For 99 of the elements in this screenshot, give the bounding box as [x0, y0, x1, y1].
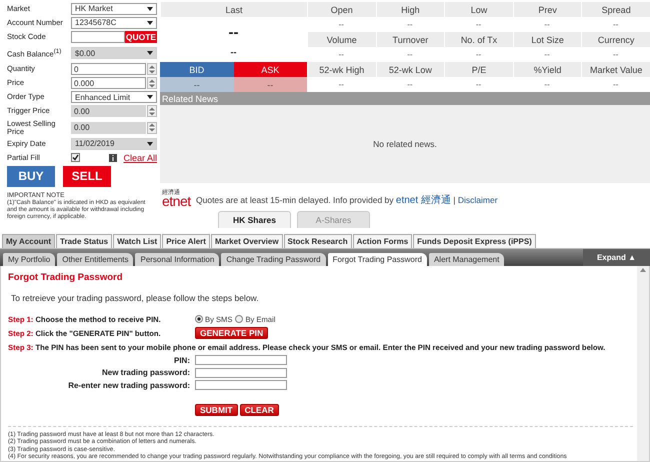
submit-button[interactable]: SUBMIT [195, 404, 238, 416]
logo: etnet [162, 195, 191, 208]
disclaimer-link[interactable]: Disclaimer [458, 195, 498, 205]
table-cell-text: -- [474, 49, 482, 61]
sub-tab[interactable]: Forgot Trading Password [328, 253, 427, 266]
stepper-arrows-icon [149, 106, 155, 116]
main-tab[interactable]: Stock Research [284, 234, 352, 248]
table-cell-text: -- [612, 79, 620, 91]
table-cell-text: -- [543, 49, 551, 61]
table-cell-text: -- [406, 19, 414, 31]
input-field[interactable] [71, 30, 125, 43]
caret-icon [147, 6, 153, 11]
checkbox[interactable] [71, 153, 80, 162]
caret-icon [147, 51, 153, 55]
market-tab[interactable]: HK Shares [218, 211, 291, 228]
scrollbar[interactable] [637, 266, 649, 461]
dropdown[interactable]: HK Market [71, 2, 157, 15]
main-tab[interactable]: My Account [2, 234, 56, 248]
input-field[interactable] [195, 368, 287, 378]
bid-value: -- [160, 77, 234, 92]
input-field[interactable] [195, 355, 287, 366]
sub-tab[interactable]: Alert Management [428, 253, 504, 266]
main-tab[interactable]: Watch List [113, 234, 162, 248]
input-field[interactable] [195, 380, 287, 390]
table-cell-text: -- [612, 19, 620, 31]
field-label: PIN: [173, 356, 191, 365]
empty-message: No related news. [373, 139, 437, 149]
stepper-arrows-icon [149, 123, 155, 132]
caret-icon [147, 142, 153, 146]
column-header: Prev [512, 2, 582, 17]
column-header: Volume [307, 32, 376, 47]
source-note: Quotes are at least 15-min delayed. Info provided by etnet 經濟通 | Disclaimer [196, 194, 498, 208]
ask-value: -- [234, 77, 307, 92]
table-cell-text: -- [338, 79, 345, 91]
dropdown[interactable]: Enhanced Limit [71, 91, 157, 104]
main-tab[interactable]: Market Overview [210, 234, 283, 248]
main-tab[interactable]: Price Alert [162, 234, 210, 248]
column-header: High [376, 2, 444, 17]
stepper-arrows-icon [149, 78, 155, 88]
caret-icon [147, 20, 153, 25]
news-header: Related News [160, 92, 650, 105]
column-header: Last [160, 2, 307, 17]
section-title: Forgot Trading Password [8, 272, 124, 283]
table-cell-text: -- [406, 49, 414, 61]
generate-pin-button[interactable]: GENERATE PIN [195, 327, 268, 339]
sub-tab[interactable]: Personal Information [135, 253, 220, 266]
radio-button[interactable] [195, 315, 203, 323]
sub-tab[interactable]: Change Trading Password [221, 253, 326, 266]
column-header: Low [444, 2, 513, 17]
main-tab[interactable]: Action Forms [352, 234, 412, 248]
table-cell-text: -- [338, 49, 345, 61]
table-cell-text: -- [543, 79, 551, 91]
bid-header: BID [160, 62, 234, 77]
table-cell-text: -- [612, 49, 620, 61]
caret-icon [147, 95, 153, 100]
stepper-button[interactable] [147, 122, 157, 134]
input-field[interactable]: 0 [71, 63, 146, 76]
field-label: Re-enter new trading password: [67, 380, 191, 390]
last-price: -- [228, 22, 240, 42]
column-header: %Yield [512, 62, 582, 77]
table-cell-text: -- [543, 19, 551, 31]
input-field[interactable]: 0.000 [71, 77, 146, 90]
quote-button[interactable]: QUOTE [125, 30, 157, 43]
intro-text: To retreieve your trading password, please follow the steps below. [11, 293, 260, 303]
sub-tab[interactable]: Other Entitlements [57, 253, 134, 266]
ask-header: ASK [234, 62, 307, 77]
buy-button[interactable]: BUY [7, 166, 55, 186]
column-header: Turnover [376, 32, 444, 47]
column-header: Currency [581, 32, 650, 47]
column-header: Spread [581, 2, 650, 17]
table-cell-text: -- [406, 79, 414, 91]
scroll-up-icon [640, 268, 646, 272]
stepper-button[interactable] [147, 105, 157, 118]
expand-button[interactable]: Expand ▲ [582, 249, 650, 266]
table-cell-text: -- [474, 79, 482, 91]
stepper-button[interactable] [147, 63, 157, 76]
column-header: 52-wk High [307, 62, 376, 77]
main-tab[interactable]: Funds Deposit Express (iPPS) [413, 234, 536, 248]
provider-link[interactable]: etnet 經濟通 [396, 195, 451, 206]
price-change: -- [230, 47, 238, 59]
table-cell-text: -- [338, 19, 345, 31]
column-header: Lot Size [512, 32, 582, 47]
column-header: 52-wk Low [376, 62, 444, 77]
sub-tab[interactable]: My Portfolio [3, 253, 56, 266]
main-tab[interactable]: Trade Status [56, 234, 112, 248]
stepper-arrows-icon [149, 64, 155, 74]
field-label: New trading password: [100, 368, 191, 378]
column-header: Market Value [581, 62, 650, 77]
dropdown[interactable]: 12345678C [71, 16, 157, 29]
clear-all-link[interactable]: Clear All [123, 152, 157, 163]
stepper-button[interactable] [147, 77, 157, 90]
table-cell-text: -- [474, 19, 482, 31]
radio-button[interactable] [235, 315, 244, 323]
info-icon[interactable] [109, 154, 118, 162]
clear-button[interactable]: CLEAR [240, 404, 279, 416]
sell-button[interactable]: SELL [63, 166, 111, 186]
column-header: Open [307, 2, 376, 17]
column-header: P/E [444, 62, 513, 77]
column-header: No. of Tx [444, 32, 513, 47]
